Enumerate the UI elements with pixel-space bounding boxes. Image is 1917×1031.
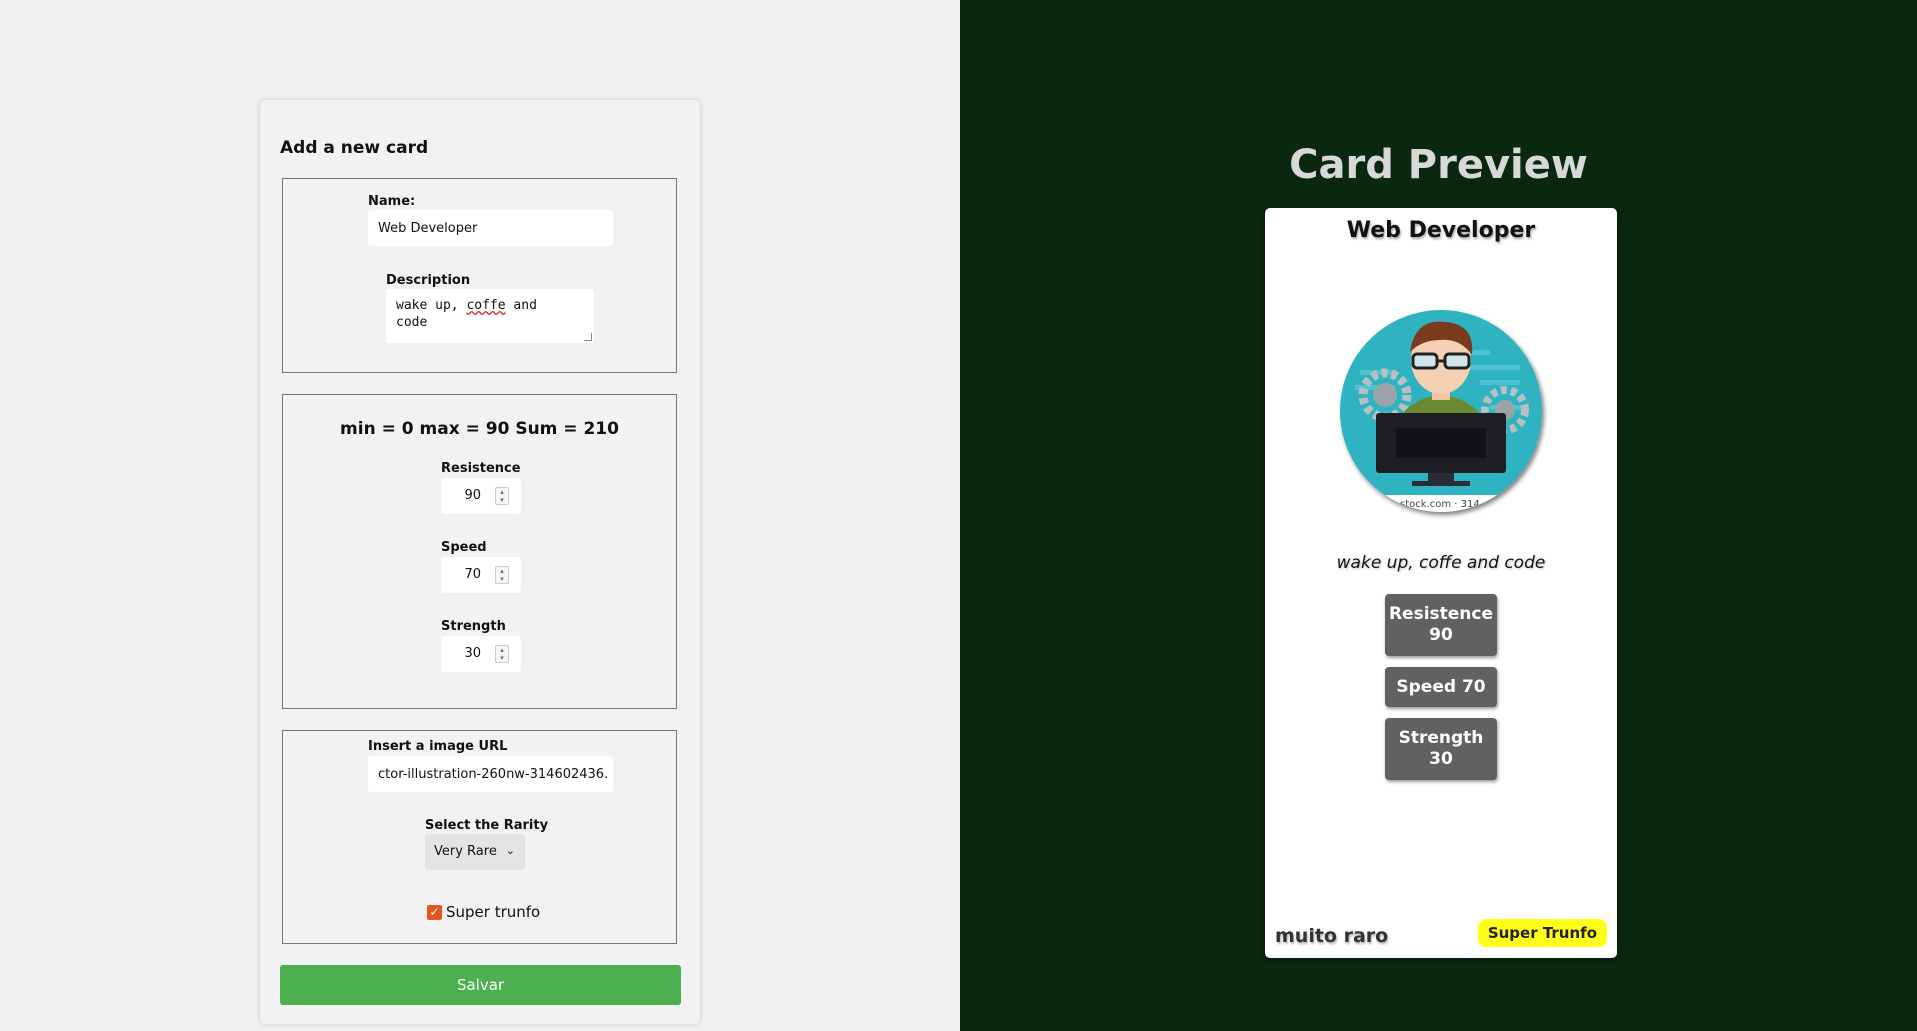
spinner-icon[interactable]: ▴ ▾ [495, 645, 509, 663]
card-rarity: muito raro [1275, 925, 1389, 947]
spinner-icon[interactable]: ▴ ▾ [495, 487, 509, 505]
chevron-down-icon: ⌄ [505, 844, 515, 857]
card-attr-speed: Speed 70 [1385, 667, 1497, 707]
attr-value: 30 [1429, 749, 1453, 769]
card-attr-resistence: Resistence 90 [1385, 594, 1497, 656]
rarity-label: Select the Rarity [425, 818, 549, 833]
developer-illustration: stock.com · 314 [1340, 310, 1542, 512]
form-pane: Add a new card Name: Web Developer Descr… [0, 0, 960, 1031]
super-trunfo-label: Super trunfo [446, 903, 541, 921]
image-rarity-group: Insert a image URL ctor-illustration-260… [282, 730, 677, 944]
spinner-icon[interactable]: ▴ ▾ [495, 566, 509, 584]
card-preview: Web Developer stock.com · 314 wake up, c… [1265, 208, 1617, 958]
preview-title: Card Preview [1289, 142, 1588, 188]
speed-input[interactable]: 70 ▴ ▾ [441, 557, 521, 593]
name-input[interactable]: Web Developer [368, 210, 613, 246]
description-label: Description [386, 273, 471, 288]
save-button[interactable]: Salvar [280, 965, 681, 1005]
misspelled-word: coffe [466, 298, 506, 313]
name-label: Name: [368, 194, 416, 209]
preview-pane: Card Preview Web Developer stock.com · 3… [960, 0, 1917, 1031]
form-title: Add a new card [280, 138, 429, 158]
card-image: stock.com · 314 [1340, 310, 1542, 512]
card-form: Add a new card Name: Web Developer Descr… [260, 100, 700, 1024]
resistence-input[interactable]: 90 ▴ ▾ [441, 478, 521, 514]
image-url-input[interactable]: ctor-illustration-260nw-314602436. [368, 756, 613, 792]
card-attr-strength: Strength 30 [1385, 718, 1497, 780]
image-url-label: Insert a image URL [368, 739, 508, 754]
attributes-group: min = 0 max = 90 Sum = 210 Resistence 90… [282, 394, 677, 709]
speed-value: 70 [464, 567, 481, 582]
super-trunfo-checkbox[interactable]: ✓ [427, 904, 442, 920]
name-description-group: Name: Web Developer Description wake up,… [282, 178, 677, 373]
rarity-select[interactable]: Very Rare ⌄ [425, 834, 525, 870]
strength-value: 30 [464, 646, 481, 661]
super-trunfo-row: ✓ Super trunfo [427, 903, 540, 921]
attributes-summary: min = 0 max = 90 Sum = 210 [340, 419, 619, 439]
strength-label: Strength [441, 619, 506, 634]
super-trunfo-badge: Super Trunfo [1477, 919, 1607, 947]
resize-handle-icon[interactable] [584, 333, 592, 341]
description-text-line2: code [396, 315, 428, 330]
resistence-value: 90 [464, 488, 481, 503]
attr-label: Strength [1398, 728, 1484, 748]
card-description: wake up, coffe and code [1336, 553, 1546, 573]
description-text-part: wake up, [396, 298, 467, 313]
rarity-selected-value: Very Rare [434, 844, 497, 859]
description-textarea[interactable]: wake up, coffe and code [386, 289, 594, 343]
strength-input[interactable]: 30 ▴ ▾ [441, 636, 521, 672]
image-watermark: stock.com · 314 [1400, 499, 1480, 510]
attr-label: Resistence [1388, 604, 1494, 624]
speed-label: Speed [441, 540, 487, 555]
resistence-label: Resistence [441, 461, 521, 476]
card-name: Web Developer [1346, 218, 1536, 243]
description-text-part: and [505, 298, 537, 313]
attr-value: 90 [1429, 625, 1453, 645]
